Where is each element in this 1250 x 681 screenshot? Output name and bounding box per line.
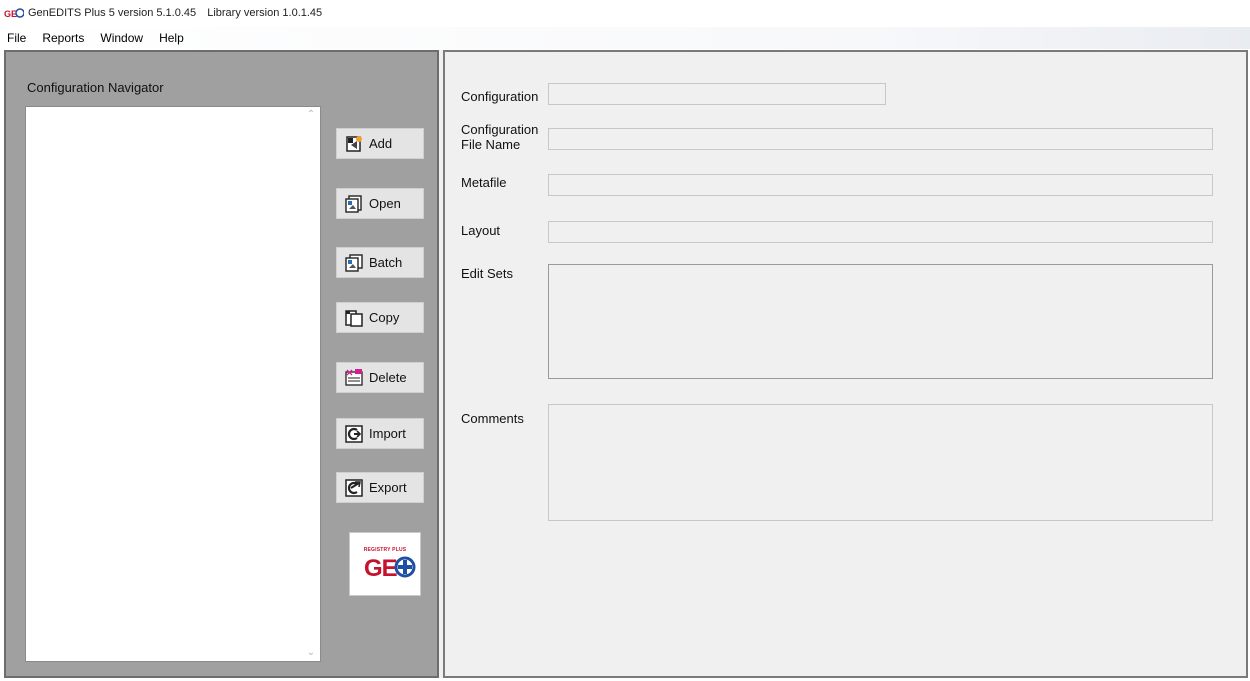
scroll-up-arrow-icon[interactable]: ⌃ <box>305 109 317 121</box>
menu-bar: File Reports Window Help <box>0 27 1250 49</box>
logo-ge-text: GE <box>364 555 398 582</box>
export-button-label: Export <box>369 480 407 495</box>
logo-plus-circle-icon <box>394 556 416 578</box>
open-button-label: Open <box>369 196 401 211</box>
menu-file[interactable]: File <box>6 29 27 47</box>
scroll-down-arrow-icon[interactable]: ⌄ <box>305 647 317 659</box>
configuration-list[interactable]: ⌃ ⌄ <box>25 106 321 662</box>
configuration-details-panel: Configuration Configuration File Name Me… <box>443 50 1248 678</box>
svg-text:GE: GE <box>4 9 17 18</box>
registry-plus-geo-logo: REGISTRY PLUS GE <box>349 532 421 596</box>
menu-reports[interactable]: Reports <box>41 29 85 47</box>
edit-sets-list[interactable] <box>548 264 1213 379</box>
add-button-label: Add <box>369 136 393 151</box>
add-icon <box>346 135 362 152</box>
export-icon <box>345 478 363 497</box>
metafile-field[interactable] <box>548 174 1213 196</box>
layout-field[interactable] <box>548 221 1213 243</box>
edit-sets-label: Edit Sets <box>461 266 514 281</box>
logo-registry-plus-text: REGISTRY PLUS <box>363 547 407 553</box>
config-file-name-field[interactable] <box>548 128 1213 150</box>
menu-help[interactable]: Help <box>158 29 185 47</box>
config-file-name-label-line2: File Name <box>461 137 521 152</box>
configuration-navigator-panel: Configuration Navigator ⌃ ⌄ Add Open Bat… <box>4 50 439 678</box>
batch-button[interactable]: Batch <box>336 247 424 278</box>
menu-window[interactable]: Window <box>99 29 144 47</box>
export-button[interactable]: Export <box>336 472 424 503</box>
import-icon <box>345 424 363 443</box>
copy-icon <box>345 309 363 327</box>
delete-icon <box>345 368 363 386</box>
metafile-label: Metafile <box>461 175 507 190</box>
open-icon <box>345 194 362 213</box>
library-version-text: Library version 1.0.1.45 <box>207 7 323 19</box>
delete-button[interactable]: Delete <box>336 362 424 393</box>
comments-label: Comments <box>461 411 524 426</box>
navigator-title: Configuration Navigator <box>27 80 164 95</box>
batch-button-label: Batch <box>369 255 403 270</box>
comments-textarea[interactable] <box>548 404 1213 521</box>
copy-button[interactable]: Copy <box>336 302 424 333</box>
open-button[interactable]: Open <box>336 188 424 219</box>
window-title: GenEDITS Plus 5 version 5.1.0.45 Library… <box>28 7 330 19</box>
batch-icon <box>345 253 363 272</box>
title-bar: GE GenEDITS Plus 5 version 5.1.0.45 Libr… <box>0 0 1250 26</box>
app-version-text: GenEDITS Plus 5 version 5.1.0.45 <box>28 7 197 19</box>
config-file-name-label-line1: Configuration <box>461 122 539 137</box>
import-button-label: Import <box>369 426 406 441</box>
copy-button-label: Copy <box>369 310 400 325</box>
configuration-field[interactable] <box>548 83 886 105</box>
app-logo-icon: GE <box>4 8 24 18</box>
add-button[interactable]: Add <box>336 128 424 159</box>
layout-label: Layout <box>461 223 501 238</box>
delete-button-label: Delete <box>369 370 407 385</box>
import-button[interactable]: Import <box>336 418 424 449</box>
configuration-label: Configuration <box>461 89 539 104</box>
